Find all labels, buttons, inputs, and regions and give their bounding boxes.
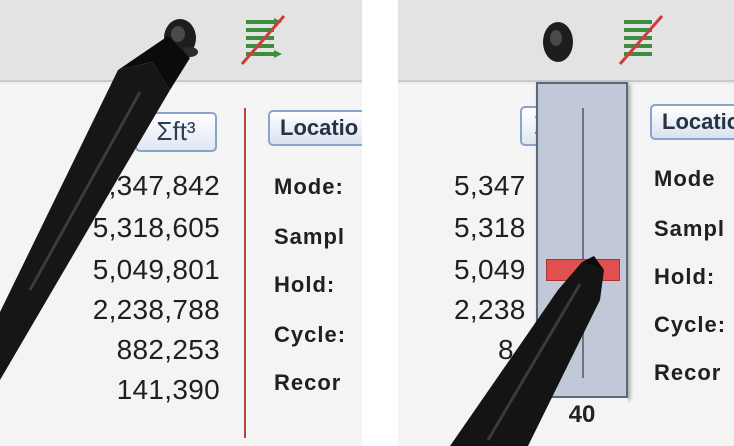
stylus-pen — [398, 0, 734, 446]
screen-photo-right: Σ 5,347 5,318 5,049 2,238 8 Locatio Mode… — [398, 0, 734, 446]
screen-photo-left: Σft³ 5,347,842 5,318,605 5,049,801 2,238… — [0, 0, 362, 446]
stylus-pen — [0, 0, 362, 446]
